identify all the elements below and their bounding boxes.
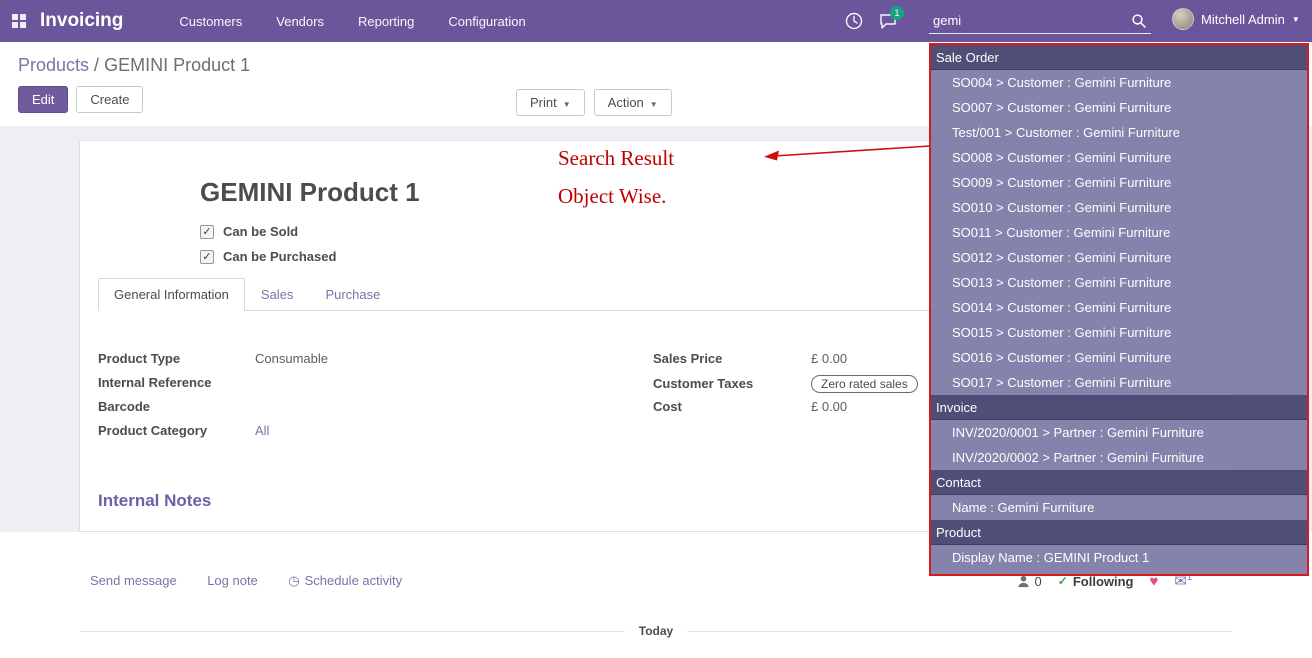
- log-note-button[interactable]: Log note: [207, 573, 258, 588]
- chevron-down-icon: ▼: [563, 100, 571, 109]
- search-result-row[interactable]: SO013 > Customer : Gemini Furniture: [931, 270, 1307, 295]
- search-result-row[interactable]: Contact: [931, 470, 1307, 495]
- field-value[interactable]: Zero rated sales: [811, 375, 918, 393]
- user-avatar: [1172, 8, 1194, 30]
- search-result-row[interactable]: SO015 > Customer : Gemini Furniture: [931, 320, 1307, 345]
- nav-menu-item[interactable]: Vendors: [276, 14, 324, 29]
- main-menu: Customers Vendors Reporting Configuration: [179, 14, 525, 29]
- search-result-row[interactable]: INV/2020/0001 > Partner : Gemini Furnitu…: [931, 420, 1307, 445]
- search-result-row[interactable]: Sale Order: [931, 45, 1307, 70]
- nav-menu-item[interactable]: Customers: [179, 14, 242, 29]
- user-menu[interactable]: Mitchell Admin ▼: [1172, 8, 1300, 30]
- notebook-tab[interactable]: Purchase: [309, 278, 396, 311]
- chatter-buttons: Send message Log note ◷Schedule activity: [90, 572, 428, 590]
- search-result-row[interactable]: SO017 > Customer : Gemini Furniture: [931, 370, 1307, 395]
- checkbox-label: Can be Sold: [223, 224, 298, 239]
- search-result-row[interactable]: SO014 > Customer : Gemini Furniture: [931, 295, 1307, 320]
- field-value[interactable]: £ 0.00: [811, 399, 847, 414]
- search-result-row[interactable]: SO016 > Customer : Gemini Furniture: [931, 345, 1307, 370]
- screen: Invoicing Customers Vendors Reporting Confi…: [0, 0, 1312, 658]
- print-menu-button[interactable]: Print▼: [516, 89, 585, 116]
- user-name: Mitchell Admin: [1201, 12, 1285, 27]
- search-results-dropdown: Sale Order SO004 > Customer : Gemini Fur…: [929, 43, 1309, 576]
- search-result-row[interactable]: SO012 > Customer : Gemini Furniture: [931, 245, 1307, 270]
- record-action-menus: Print▼ Action▼: [516, 89, 672, 116]
- field-value[interactable]: £ 0.00: [811, 351, 847, 366]
- action-menu-button[interactable]: Action▼: [594, 89, 672, 116]
- field-label: Internal Reference: [98, 375, 255, 390]
- send-message-button[interactable]: Send message: [90, 573, 177, 588]
- field-label: Barcode: [98, 399, 255, 414]
- create-button[interactable]: Create: [76, 86, 143, 113]
- chevron-down-icon: ▼: [650, 100, 658, 109]
- search-result-row[interactable]: SO011 > Customer : Gemini Furniture: [931, 220, 1307, 245]
- search-result-row[interactable]: SO010 > Customer : Gemini Furniture: [931, 195, 1307, 220]
- app-title[interactable]: Invoicing: [40, 10, 123, 32]
- search-result-row[interactable]: Invoice: [931, 395, 1307, 420]
- breadcrumb-products-link[interactable]: Products: [18, 55, 89, 75]
- field-label: Product Type: [98, 351, 255, 366]
- notebook-tab[interactable]: Sales: [245, 278, 310, 311]
- search-input[interactable]: [929, 13, 1131, 28]
- today-divider: Today: [0, 590, 1312, 638]
- field-row: Internal Reference: [98, 375, 653, 393]
- nav-menu-item[interactable]: Configuration: [448, 14, 525, 29]
- search-result-row[interactable]: Name : Gemini Furniture: [931, 495, 1307, 520]
- breadcrumb-separator: /: [89, 55, 104, 75]
- notebook-tab[interactable]: General Information: [98, 278, 245, 311]
- field-value[interactable]: All: [255, 423, 269, 438]
- check-icon: ✓: [1058, 574, 1068, 588]
- chevron-down-icon: ▼: [1292, 15, 1300, 24]
- field-label: Cost: [653, 399, 811, 414]
- search-result-row[interactable]: Product: [931, 520, 1307, 545]
- breadcrumb-current: GEMINI Product 1: [104, 55, 250, 75]
- checkbox[interactable]: [200, 250, 214, 264]
- person-icon: [1017, 575, 1030, 588]
- nav-menu-item[interactable]: Reporting: [358, 14, 414, 29]
- annotation-text: Search Result Object Wise.: [558, 146, 674, 222]
- field-label: Customer Taxes: [653, 376, 811, 391]
- clock-icon: ◷: [288, 573, 299, 588]
- search-result-row[interactable]: SO008 > Customer : Gemini Furniture: [931, 145, 1307, 170]
- field-row: Product Type Consumable: [98, 351, 653, 369]
- search-result-row[interactable]: SO007 > Customer : Gemini Furniture: [931, 95, 1307, 120]
- fields-left-column: Product Type Consumable Internal Referen…: [98, 351, 653, 447]
- apps-menu-icon[interactable]: [12, 14, 26, 28]
- today-label: Today: [639, 624, 673, 638]
- field-value[interactable]: Consumable: [255, 351, 328, 366]
- field-row: Barcode: [98, 399, 653, 417]
- search-result-row[interactable]: Display Name : GEMINI Product 1: [931, 545, 1307, 570]
- search-icon[interactable]: [1131, 13, 1147, 29]
- global-search-box: [929, 8, 1151, 34]
- search-result-row[interactable]: SO004 > Customer : Gemini Furniture: [931, 70, 1307, 95]
- field-row: Product Category All: [98, 423, 653, 441]
- checkbox[interactable]: [200, 225, 214, 239]
- messages-badge: 1: [890, 6, 904, 20]
- activities-clock-icon[interactable]: [844, 11, 864, 31]
- field-label: Product Category: [98, 423, 255, 438]
- field-label: Sales Price: [653, 351, 811, 366]
- checkbox-label: Can be Purchased: [223, 249, 336, 264]
- search-result-row[interactable]: SO009 > Customer : Gemini Furniture: [931, 170, 1307, 195]
- schedule-activity-button[interactable]: ◷Schedule activity: [288, 573, 402, 588]
- search-result-row[interactable]: INV/2020/0002 > Partner : Gemini Furnitu…: [931, 445, 1307, 470]
- annotation-arrow: [752, 136, 934, 168]
- top-navbar: Invoicing Customers Vendors Reporting Confi…: [0, 0, 1312, 42]
- search-result-row[interactable]: Test/001 > Customer : Gemini Furniture: [931, 120, 1307, 145]
- edit-button[interactable]: Edit: [18, 86, 68, 113]
